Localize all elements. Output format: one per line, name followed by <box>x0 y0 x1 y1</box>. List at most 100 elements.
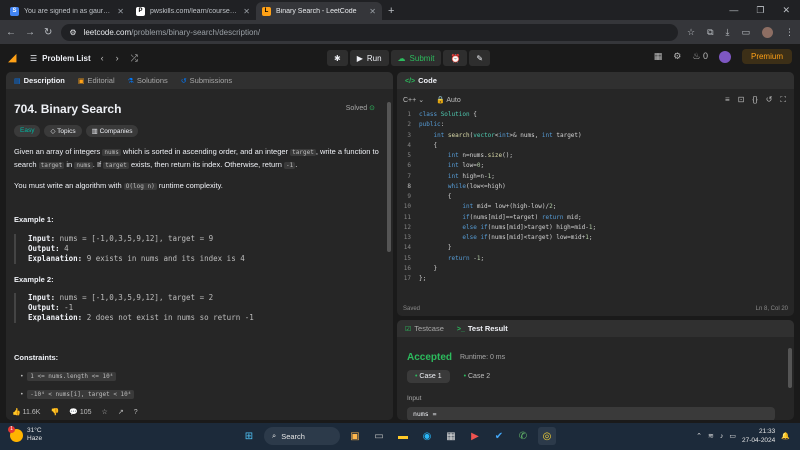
extensions-icon[interactable]: ⧉ <box>707 27 713 38</box>
minimize-icon[interactable]: — <box>729 5 738 15</box>
close-icon[interactable]: ✕ <box>117 7 124 16</box>
sidebar-icon[interactable]: ▭ <box>741 27 750 38</box>
edge-icon[interactable]: ◉ <box>418 427 436 445</box>
tab-solutions[interactable]: ⚗ Solutions <box>128 76 168 85</box>
fullscreen-icon[interactable]: ⛶ <box>780 95 786 105</box>
debug-button[interactable]: ✱ <box>327 50 348 66</box>
new-tab-button[interactable]: + <box>382 2 400 20</box>
code-line[interactable]: 5 int n=nums.size(); <box>397 151 794 161</box>
browser-tab-leetcode[interactable]: L Binary Search - LeetCode ✕ <box>256 2 382 20</box>
tab-description[interactable]: ▤ Description <box>14 76 65 85</box>
user-avatar[interactable] <box>718 50 731 63</box>
topics-tag[interactable]: ◇ Topics <box>44 125 82 137</box>
problem-list-button[interactable]: ☰ Problem List <box>30 54 91 63</box>
dislike-button[interactable]: 👎 <box>50 408 59 416</box>
maximize-icon[interactable]: ❐ <box>756 5 764 16</box>
wifi-icon[interactable]: ≋ <box>708 432 714 440</box>
settings-gear-icon[interactable]: ⚙ <box>673 51 681 62</box>
format-icon[interactable]: ≡ <box>725 95 730 105</box>
code-line[interactable]: 4 { <box>397 141 794 151</box>
next-problem-icon[interactable]: › <box>116 53 119 64</box>
case-1-tab[interactable]: • Case 1 <box>407 370 450 383</box>
code-line[interactable]: 13 else if(nums[mid]<target) low=mid+1; <box>397 233 794 243</box>
close-window-icon[interactable]: ✕ <box>782 5 790 16</box>
site-info-icon[interactable]: ⚙ <box>69 28 76 37</box>
run-button[interactable]: ▶ Run <box>349 50 389 66</box>
difficulty-tag[interactable]: Easy <box>14 125 41 137</box>
bookmark-icon[interactable]: ⊡ <box>738 95 745 105</box>
windows-start-icon[interactable]: ⊞ <box>240 427 258 445</box>
taskbar-search[interactable]: ⌕ Search <box>264 427 340 445</box>
notes-button[interactable]: ✎ <box>469 50 491 66</box>
help-icon[interactable]: ? <box>134 409 138 416</box>
code-line[interactable]: 10 int mid= low+(high-low)/2; <box>397 202 794 212</box>
reload-icon[interactable]: ↻ <box>44 27 52 38</box>
volume-icon[interactable]: ♪ <box>720 433 724 440</box>
example-1-heading: Example 1: <box>14 215 54 224</box>
code-line[interactable]: 14 } <box>397 243 794 253</box>
profile-avatar[interactable] <box>762 26 773 38</box>
code-line[interactable]: 16 } <box>397 264 794 274</box>
code-line[interactable]: 17}; <box>397 274 794 284</box>
browser-tab-pwskills[interactable]: P pwskills.com/learn/course/c-with... ✕ <box>130 2 256 20</box>
tab-editorial[interactable]: ▣ Editorial <box>78 76 115 85</box>
forward-icon[interactable]: → <box>25 27 35 38</box>
share-icon[interactable]: ↗ <box>118 408 124 416</box>
code-line[interactable]: 2 public: <box>397 120 794 130</box>
code-line[interactable]: 1 class Solution { <box>397 110 794 120</box>
back-icon[interactable]: ← <box>6 27 16 38</box>
leetcode-logo-icon[interactable]: ◢ <box>8 51 20 65</box>
close-icon[interactable]: ✕ <box>369 7 376 16</box>
file-explorer-icon[interactable]: ▬ <box>394 427 412 445</box>
submit-button[interactable]: ☁ Submit <box>390 50 442 66</box>
bookmark-star-icon[interactable]: ☆ <box>687 27 695 38</box>
notifications[interactable]: ♨ 0 <box>692 51 708 62</box>
tab-test-result[interactable]: >_ Test Result <box>457 324 508 333</box>
result-scrollbar[interactable] <box>788 348 792 388</box>
code-line[interactable]: 3 int search(vector<int>& nums, int targ… <box>397 131 794 141</box>
prev-problem-icon[interactable]: ‹ <box>101 53 104 64</box>
downloads-icon[interactable]: ⤓ <box>726 27 730 38</box>
system-clock[interactable]: 21:33 27-04-2024 <box>742 427 775 445</box>
url-bar[interactable]: ⚙ leetcode.com/problems/binary-search/de… <box>61 23 678 41</box>
browser-tab-signed-in[interactable]: S You are signed in as gaurav.22... ✕ <box>4 2 130 20</box>
task-view-icon[interactable]: ▭ <box>370 427 388 445</box>
shuffle-icon[interactable]: ⤮ <box>131 53 138 64</box>
description-scrollbar[interactable] <box>387 102 391 252</box>
companies-tag[interactable]: ▥ Companies <box>85 125 139 137</box>
code-line[interactable]: 11 if(nums[mid]==target) return mid; <box>397 213 794 223</box>
braces-icon[interactable]: {} <box>752 95 757 105</box>
close-icon[interactable]: ✕ <box>243 7 250 16</box>
tab-submissions[interactable]: ↺ Submissions <box>181 76 232 85</box>
code-line[interactable]: 7 int high=n-1; <box>397 172 794 182</box>
widgets-icon[interactable]: ▣ <box>346 427 364 445</box>
battery-icon[interactable]: ▭ <box>729 432 736 440</box>
whatsapp-icon[interactable]: ✆ <box>514 427 532 445</box>
reset-icon[interactable]: ↺ <box>766 95 773 105</box>
code-line[interactable]: 15 return -1; <box>397 254 794 264</box>
code-line[interactable]: 9 { <box>397 192 794 202</box>
tray-chevron-up-icon[interactable]: ⌃ <box>696 432 702 440</box>
layout-icon[interactable]: ▦ <box>654 51 663 62</box>
case-2-tab[interactable]: • Case 2 <box>456 370 499 383</box>
notifications-bell-icon[interactable]: 🔔 <box>781 432 790 440</box>
timer-button[interactable]: ⏰ <box>443 50 468 66</box>
media-icon[interactable]: ▶ <box>466 427 484 445</box>
store-icon[interactable]: ▦ <box>442 427 460 445</box>
language-select[interactable]: C++ ⌄ <box>403 96 424 104</box>
tab-testcase[interactable]: ☑ Testcase <box>405 324 444 333</box>
comments-button[interactable]: 💬 105 <box>69 408 91 416</box>
code-line[interactable]: 8 while(low<=high) <box>397 182 794 192</box>
code-line[interactable]: 12 else if(nums[mid]>target) high=mid-1; <box>397 223 794 233</box>
favorite-star-icon[interactable]: ☆ <box>102 408 108 416</box>
code-lines[interactable]: 1 class Solution {2 public: 3 int search(ve… <box>397 110 794 284</box>
todo-check-icon[interactable]: ✔ <box>490 427 508 445</box>
code-line[interactable]: 6 int low=0; <box>397 161 794 171</box>
menu-icon[interactable]: ⋮ <box>785 27 794 38</box>
chrome-icon[interactable]: ◎ <box>538 427 556 445</box>
weather-widget[interactable]: 1 31°C Haze <box>8 425 42 443</box>
flask-icon: ⚗ <box>127 78 134 85</box>
like-button[interactable]: 👍 11.6K <box>12 408 40 416</box>
premium-button[interactable]: Premium <box>741 49 792 64</box>
autocomplete-mode[interactable]: 🔒 Auto <box>436 96 461 104</box>
